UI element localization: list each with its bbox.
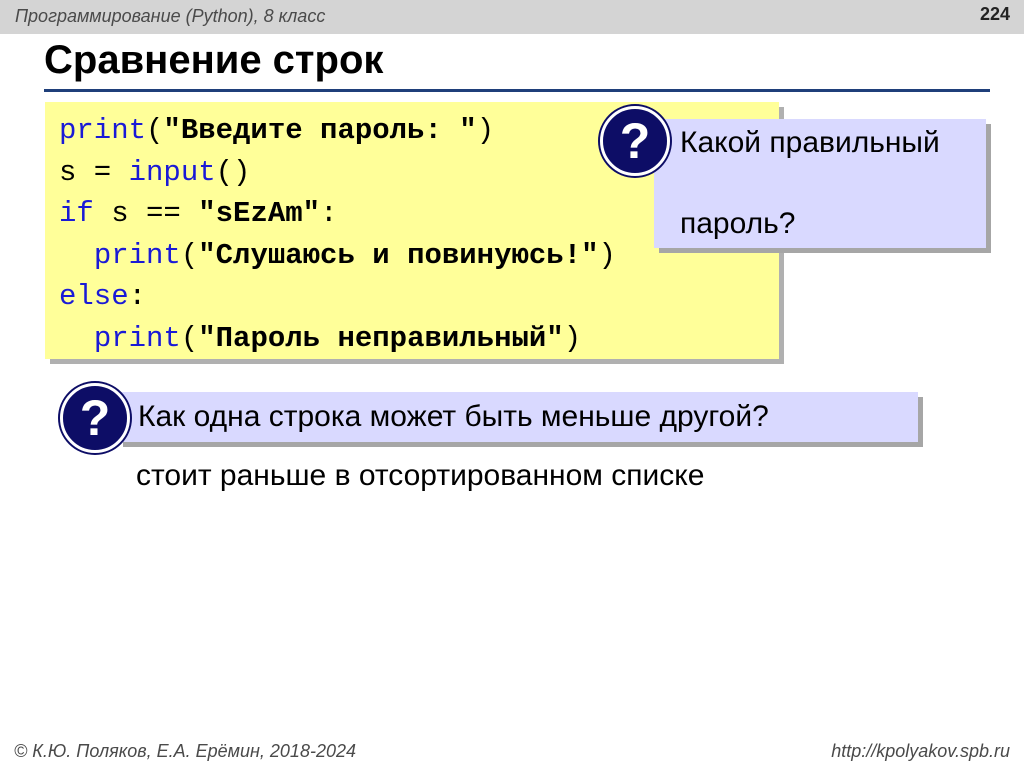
code-keyword: print: [59, 114, 147, 147]
question-text-line2: пароль?: [680, 207, 796, 240]
code-text: :: [320, 197, 338, 230]
code-line-6: print("Пароль неправильный"): [59, 322, 581, 356]
question-callout-compare: Как одна строка может быть меньше другой…: [118, 392, 918, 442]
course-title: Программирование (Python), 8 класс: [15, 6, 326, 26]
code-text: (: [180, 239, 199, 272]
code-string: "Слушаюсь и повинуюсь!": [198, 239, 599, 272]
code-keyword: print: [93, 239, 181, 272]
code-text: (: [180, 322, 199, 355]
question-mark-icon: ?: [600, 106, 670, 176]
answer-text: стоит раньше в отсортированном списке: [136, 459, 705, 492]
code-text: s ==: [93, 197, 199, 230]
code-text: ): [563, 322, 582, 355]
question-mark-icon: ?: [60, 383, 130, 453]
code-text: ): [476, 114, 495, 147]
footer-copyright: © К.Ю. Поляков, Е.А. Ерёмин, 2018-2024: [14, 741, 356, 761]
code-line-4: print("Слушаюсь и повинуюсь!"): [59, 239, 616, 273]
header-bar: Программирование (Python), 8 класс 224: [0, 0, 1024, 34]
code-text: s =: [59, 156, 129, 189]
code-text: (: [146, 114, 164, 147]
code-text: :: [128, 280, 147, 313]
code-line-5: else:: [59, 280, 146, 314]
question-text-line1: Какой правильный: [680, 126, 940, 159]
code-text: ): [598, 239, 616, 272]
code-line-3: if s == "sEzAm":: [59, 197, 337, 231]
code-string: "sEzAm": [198, 197, 321, 230]
code-text: (): [215, 156, 251, 189]
question-text: Как одна строка может быть меньше другой…: [138, 400, 769, 433]
title-divider: [44, 89, 990, 92]
code-keyword: print: [93, 322, 181, 355]
code-string: "Введите пароль: ": [163, 114, 477, 147]
page-number: 224: [979, 4, 1010, 24]
slide-title: Сравнение строк: [44, 38, 384, 82]
code-keyword: input: [128, 156, 216, 189]
code-line-2: s = input(): [59, 156, 250, 190]
code-keyword: if: [59, 197, 94, 230]
question-callout-password: Какой правильный пароль?: [654, 119, 986, 248]
code-line-1: print("Введите пароль: "): [59, 114, 494, 148]
code-keyword: else: [59, 280, 129, 313]
code-string: "Пароль неправильный": [198, 322, 564, 355]
footer-link[interactable]: http://kpolyakov.spb.ru: [831, 741, 1010, 762]
